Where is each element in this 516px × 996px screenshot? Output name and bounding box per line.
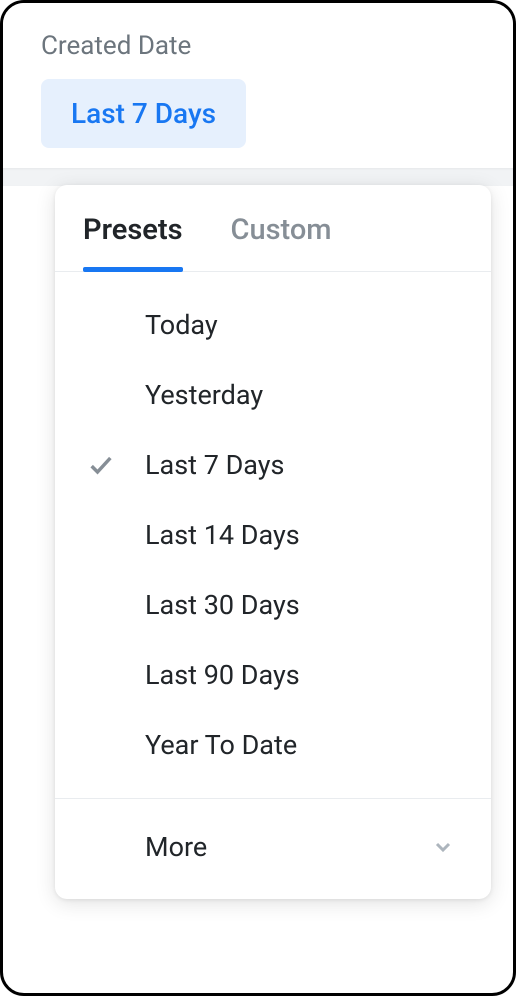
tabs-bar: Presets Custom (55, 185, 491, 272)
preset-option-yesterday[interactable]: Yesterday (55, 360, 491, 430)
presets-list: Today Yesterday Last 7 Days Last 14 Days (55, 272, 491, 798)
selected-date-chip[interactable]: Last 7 Days (41, 79, 246, 148)
more-label: More (145, 831, 207, 863)
date-picker-frame: Created Date Last 7 Days Presets Custom … (0, 0, 516, 996)
preset-option-last-7-days[interactable]: Last 7 Days (55, 430, 491, 500)
filter-label: Created Date (41, 31, 475, 61)
tab-custom[interactable]: Custom (231, 185, 332, 271)
preset-option-last-90-days[interactable]: Last 90 Days (55, 640, 491, 710)
check-icon (87, 451, 115, 479)
check-slot (83, 451, 145, 479)
tab-presets[interactable]: Presets (83, 185, 183, 271)
preset-label: Last 90 Days (145, 659, 300, 691)
preset-label: Yesterday (145, 379, 263, 411)
preset-label: Last 7 Days (145, 449, 284, 481)
chevron-down-icon (431, 835, 455, 859)
preset-option-today[interactable]: Today (55, 290, 491, 360)
header-area: Created Date Last 7 Days (3, 3, 513, 168)
preset-option-last-30-days[interactable]: Last 30 Days (55, 570, 491, 640)
more-button[interactable]: More (55, 799, 491, 899)
more-section: More (55, 798, 491, 899)
divider (3, 168, 513, 186)
preset-label: Today (145, 309, 218, 341)
preset-label: Last 30 Days (145, 589, 300, 621)
preset-option-last-14-days[interactable]: Last 14 Days (55, 500, 491, 570)
preset-label: Year To Date (145, 729, 297, 761)
date-dropdown-panel: Presets Custom Today Yesterday (55, 185, 491, 899)
preset-option-year-to-date[interactable]: Year To Date (55, 710, 491, 780)
preset-label: Last 14 Days (145, 519, 300, 551)
